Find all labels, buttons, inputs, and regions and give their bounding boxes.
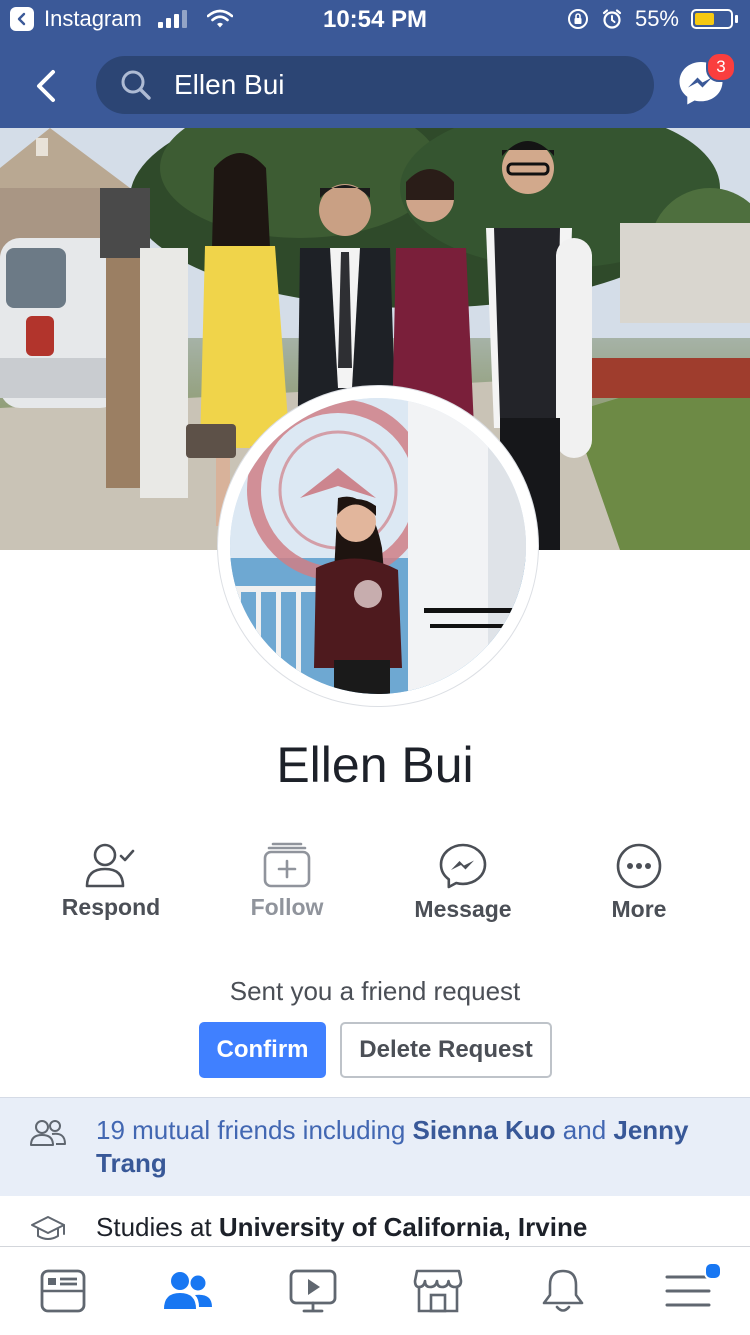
battery-icon bbox=[691, 9, 738, 29]
more-icon bbox=[616, 843, 662, 889]
watch-icon bbox=[289, 1269, 336, 1313]
follow-label: Follow bbox=[250, 894, 324, 920]
search-query: Ellen Bui bbox=[174, 69, 285, 100]
delete-request-button[interactable]: Delete Request bbox=[340, 1022, 552, 1078]
friends-icon bbox=[30, 1120, 66, 1146]
studies-prefix: Studies at bbox=[96, 1212, 219, 1242]
avatar[interactable] bbox=[230, 398, 526, 694]
marketplace-icon bbox=[413, 1269, 462, 1313]
profile-name: Ellen Bui bbox=[276, 737, 474, 793]
mutual-friends-row[interactable]: 19 mutual friends including Sienna Kuo a… bbox=[0, 1097, 750, 1196]
message-button[interactable]: Message bbox=[388, 842, 538, 932]
follow-inbox-icon bbox=[263, 842, 311, 888]
confirm-button[interactable]: Confirm bbox=[199, 1022, 326, 1078]
top-header: Instagram 10:54 PM 55% Ellen Bui 3 bbox=[0, 0, 750, 128]
friends-tab[interactable] bbox=[125, 1247, 250, 1335]
chevron-left-icon bbox=[37, 70, 55, 102]
news-feed-tab[interactable] bbox=[0, 1247, 125, 1335]
menu-notification-dot bbox=[704, 1262, 722, 1280]
studies-row: Studies at University of California, Irv… bbox=[0, 1200, 750, 1246]
respond-label: Respond bbox=[61, 894, 161, 920]
messenger-badge: 3 bbox=[706, 52, 736, 82]
messenger-button[interactable]: 3 bbox=[676, 52, 736, 114]
marketplace-tab[interactable] bbox=[375, 1247, 500, 1335]
message-label: Message bbox=[414, 896, 512, 922]
search-input[interactable]: Ellen Bui bbox=[96, 56, 654, 114]
mutual-friends-connector: and bbox=[555, 1115, 614, 1145]
notifications-tab[interactable] bbox=[500, 1247, 625, 1335]
bell-icon bbox=[542, 1269, 583, 1312]
graduation-cap-icon bbox=[31, 1216, 65, 1240]
status-bar: Instagram 10:54 PM 55% bbox=[0, 0, 750, 40]
mutual-friends-prefix: 19 mutual friends including bbox=[96, 1115, 413, 1145]
menu-icon bbox=[665, 1275, 710, 1307]
battery-percent: 55% bbox=[634, 6, 679, 31]
more-button[interactable]: More bbox=[564, 842, 714, 932]
status-right: 55% bbox=[567, 6, 738, 32]
profile-actions: Respond Follow Message More bbox=[0, 842, 750, 932]
respond-button[interactable]: Respond bbox=[36, 842, 186, 932]
news-feed-icon bbox=[40, 1269, 85, 1313]
menu-tab[interactable] bbox=[625, 1247, 750, 1335]
studies-text: Studies at University of California, Irv… bbox=[96, 1212, 587, 1243]
person-check-icon bbox=[85, 843, 135, 888]
more-label: More bbox=[611, 896, 667, 922]
friends-icon bbox=[163, 1272, 212, 1309]
back-button[interactable] bbox=[24, 64, 68, 108]
messenger-icon bbox=[439, 843, 487, 889]
profile-picture-illustration bbox=[230, 398, 526, 694]
watch-tab[interactable] bbox=[250, 1247, 375, 1335]
school-link[interactable]: University of California, Irvine bbox=[219, 1212, 587, 1242]
nav-bar: Ellen Bui 3 bbox=[0, 52, 750, 118]
follow-button[interactable]: Follow bbox=[212, 842, 362, 932]
friend-request-text: Sent you a friend request bbox=[229, 976, 521, 1006]
search-icon bbox=[121, 70, 151, 100]
mutual-friends-text: 19 mutual friends including Sienna Kuo a… bbox=[96, 1114, 716, 1180]
mutual-friend-link[interactable]: Sienna Kuo bbox=[413, 1115, 556, 1145]
tab-bar bbox=[0, 1246, 750, 1335]
alarm-icon bbox=[602, 9, 622, 29]
profile-picture-frame[interactable] bbox=[218, 386, 538, 706]
orientation-lock-icon bbox=[567, 9, 588, 29]
